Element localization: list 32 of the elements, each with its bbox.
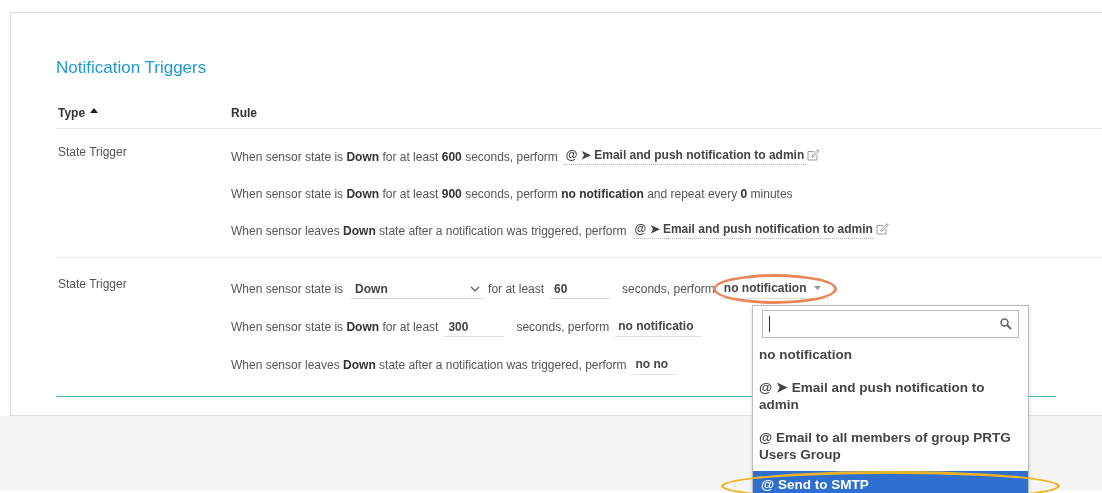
- rule-text: When sensor state is Down for at least: [231, 320, 439, 334]
- chevron-icon: [470, 286, 481, 292]
- notification-link[interactable]: @ ➤ Email and push notification to admin: [632, 222, 875, 239]
- search-icon: [1000, 318, 1012, 330]
- caret-icon: [814, 286, 822, 290]
- action-dropdown[interactable]: no notificatio: [615, 317, 702, 337]
- action-dropdown[interactable]: no no: [632, 355, 677, 375]
- panel-title: Notification Triggers: [56, 57, 208, 79]
- rule-text: When sensor state is Down for at least 600 seconds, perform: [231, 149, 558, 164]
- rule-text: seconds, perform: [516, 320, 610, 334]
- notification-link[interactable]: @ ➤ Email and push notification to admin: [563, 148, 807, 165]
- state-dropdown[interactable]: Down: [351, 279, 485, 299]
- rule-text: When sensor state is: [231, 282, 344, 296]
- search-field[interactable]: [762, 310, 1019, 338]
- number-field[interactable]: 300: [444, 317, 505, 337]
- edit-icon: [807, 149, 821, 161]
- column-header[interactable]: Type: [56, 106, 231, 120]
- dropdown-option[interactable]: @ Send to SMTP: [753, 471, 1028, 493]
- column-header[interactable]: Rule: [231, 106, 257, 120]
- dropdown-option[interactable]: no notification: [753, 338, 1028, 371]
- rule-text: seconds, perform: [622, 282, 715, 296]
- action-dropdown[interactable]: no notification: [720, 279, 830, 299]
- number-field[interactable]: 60: [550, 279, 611, 299]
- table-cell-text: State Trigger: [57, 144, 128, 161]
- dropdown-option[interactable]: @ ➤ Email and push notification to admin: [753, 371, 1028, 421]
- table-cell-text: State Trigger: [57, 276, 128, 293]
- rule-text: When sensor leaves Down state after a notification was triggered, perform: [231, 223, 627, 238]
- rule-text: When sensor leaves Down state after a notification was triggered, perform: [231, 358, 627, 372]
- edit-icon: [875, 223, 889, 235]
- dropdown-option[interactable]: @ Email to all members of group PRTG Users Group: [753, 421, 1028, 471]
- rule-text: When sensor state is Down for at least 900 seconds, perform no notification and repeat every 0 minutes: [231, 186, 793, 201]
- rule-text: for at least: [488, 282, 545, 296]
